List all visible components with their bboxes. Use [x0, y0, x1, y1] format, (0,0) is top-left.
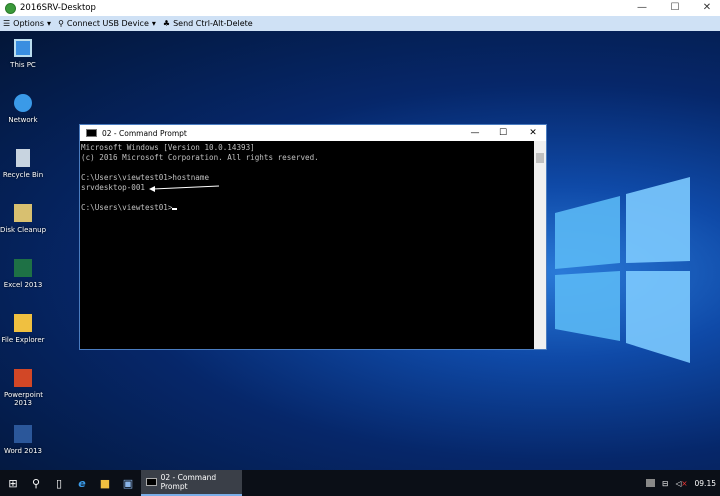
keyboard-icon: ♣: [162, 19, 171, 28]
powerpoint-icon: [14, 369, 32, 387]
scrollbar-thumb[interactable]: [536, 153, 544, 163]
network-icon: [14, 94, 32, 112]
cursor: [172, 208, 178, 210]
send-ctrl-alt-delete-button[interactable]: ♣ Send Ctrl-Alt-Delete: [163, 19, 253, 28]
usb-icon: ⚲: [58, 19, 64, 28]
chevron-down-icon: ▾: [151, 19, 156, 28]
maximize-button[interactable]: ☐: [660, 0, 690, 16]
desktop-icon-recycle-bin[interactable]: Recycle Bin: [0, 149, 46, 179]
computer-icon: [14, 39, 32, 57]
hamburger-icon: ☰: [3, 19, 11, 28]
chevron-down-icon: ▾: [47, 19, 52, 28]
desktop-icon-network[interactable]: Network: [0, 94, 46, 124]
network-icon[interactable]: ⊟: [662, 479, 668, 488]
icon-label: Word 2013: [3, 447, 43, 455]
clock[interactable]: 09.15: [695, 479, 716, 488]
icon-label: This PC: [10, 61, 36, 69]
icon-label: File Explorer: [1, 336, 45, 344]
console-scrollbar[interactable]: [534, 141, 546, 349]
edge-icon[interactable]: e: [72, 473, 92, 493]
server-manager-icon[interactable]: ▣: [118, 473, 138, 493]
vm-icon[interactable]: [646, 479, 656, 487]
icon-label: Disk Cleanup: [0, 226, 47, 234]
folder-icon[interactable]: ■: [95, 473, 115, 493]
console-line: (c) 2016 Microsoft Corporation. All righ…: [81, 153, 319, 162]
system-tray: ⊟ ◁× 09.15: [646, 470, 716, 496]
cad-label: Send Ctrl-Alt-Delete: [173, 19, 253, 28]
desktop-icon-file-explorer[interactable]: File Explorer: [0, 314, 46, 344]
cmd-icon: [146, 478, 157, 486]
taskbar: ⊞ ⚲ ▯ e ■ ▣ 02 - Command Prompt ⊟ ◁× 09.…: [0, 470, 720, 496]
close-button[interactable]: ✕: [692, 0, 720, 16]
console-line: Microsoft Windows [Version 10.0.14393]: [81, 143, 255, 152]
icon-label: Network: [8, 116, 38, 124]
folder-icon: [14, 314, 32, 332]
console-output[interactable]: Microsoft Windows [Version 10.0.14393] (c…: [80, 141, 535, 349]
usb-label: Connect USB Device: [66, 19, 149, 28]
cmd-close-button[interactable]: ✕: [522, 125, 544, 141]
excel-icon: [14, 259, 32, 277]
connect-usb-menu[interactable]: ⚲ Connect USB Device ▾: [58, 19, 156, 28]
windows-logo-wallpaper: [555, 177, 690, 363]
app-icon: [5, 2, 16, 14]
icon-label: Powerpoint 2013: [4, 391, 44, 407]
hostname-output: srvdesktop-001: [81, 183, 146, 192]
prompt: C:\Users\viewtest01>: [81, 203, 173, 212]
volume-muted-icon[interactable]: ◁×: [675, 479, 687, 488]
console-line: srvdesktop-001: [81, 183, 534, 193]
desktop-icon-word[interactable]: Word 2013: [0, 425, 46, 455]
cmd-title: 02 - Command Prompt: [102, 128, 187, 138]
cmd-minimize-button[interactable]: —: [464, 125, 486, 141]
icon-label: Excel 2013: [3, 281, 43, 289]
window-titlebar: 2016SRV-Desktop — ☐ ✕: [0, 0, 720, 16]
start-button[interactable]: ⊞: [3, 473, 23, 493]
window-title: 2016SRV-Desktop: [20, 3, 96, 13]
desktop-icon-powerpoint[interactable]: Powerpoint 2013: [0, 369, 46, 407]
desktop-icon-disk-cleanup[interactable]: Disk Cleanup: [0, 204, 46, 234]
task-label: 02 - Command Prompt: [160, 473, 217, 491]
taskbar-item-command-prompt[interactable]: 02 - Command Prompt: [141, 470, 242, 496]
cmd-maximize-button[interactable]: ☐: [492, 125, 514, 141]
command-prompt-window[interactable]: 02 - Command Prompt — ☐ ✕ Microsoft Wind…: [79, 124, 547, 350]
desktop-icon-excel[interactable]: Excel 2013: [0, 259, 46, 289]
options-menu[interactable]: ☰ Options ▾: [3, 19, 51, 28]
disk-cleanup-icon: [14, 204, 32, 222]
recycle-bin-icon: [16, 149, 30, 167]
cmd-icon: [86, 129, 97, 137]
word-icon: [14, 425, 32, 443]
minimize-button[interactable]: —: [627, 0, 657, 16]
search-icon[interactable]: ⚲: [26, 473, 46, 493]
cmd-titlebar[interactable]: 02 - Command Prompt — ☐ ✕: [80, 125, 546, 141]
console-line: C:\Users\viewtest01>hostname: [81, 173, 210, 182]
task-view-icon[interactable]: ▯: [49, 473, 69, 493]
toolbar: ☰ Options ▾ ⚲ Connect USB Device ▾ ♣ Send Ctr…: [0, 16, 720, 31]
desktop-icon-this-pc[interactable]: This PC: [0, 39, 46, 69]
annotation-arrow: [149, 185, 220, 192]
icon-label: Recycle Bin: [2, 171, 44, 179]
console-line: C:\Users\viewtest01>: [81, 203, 534, 213]
options-label: Options: [13, 19, 45, 28]
